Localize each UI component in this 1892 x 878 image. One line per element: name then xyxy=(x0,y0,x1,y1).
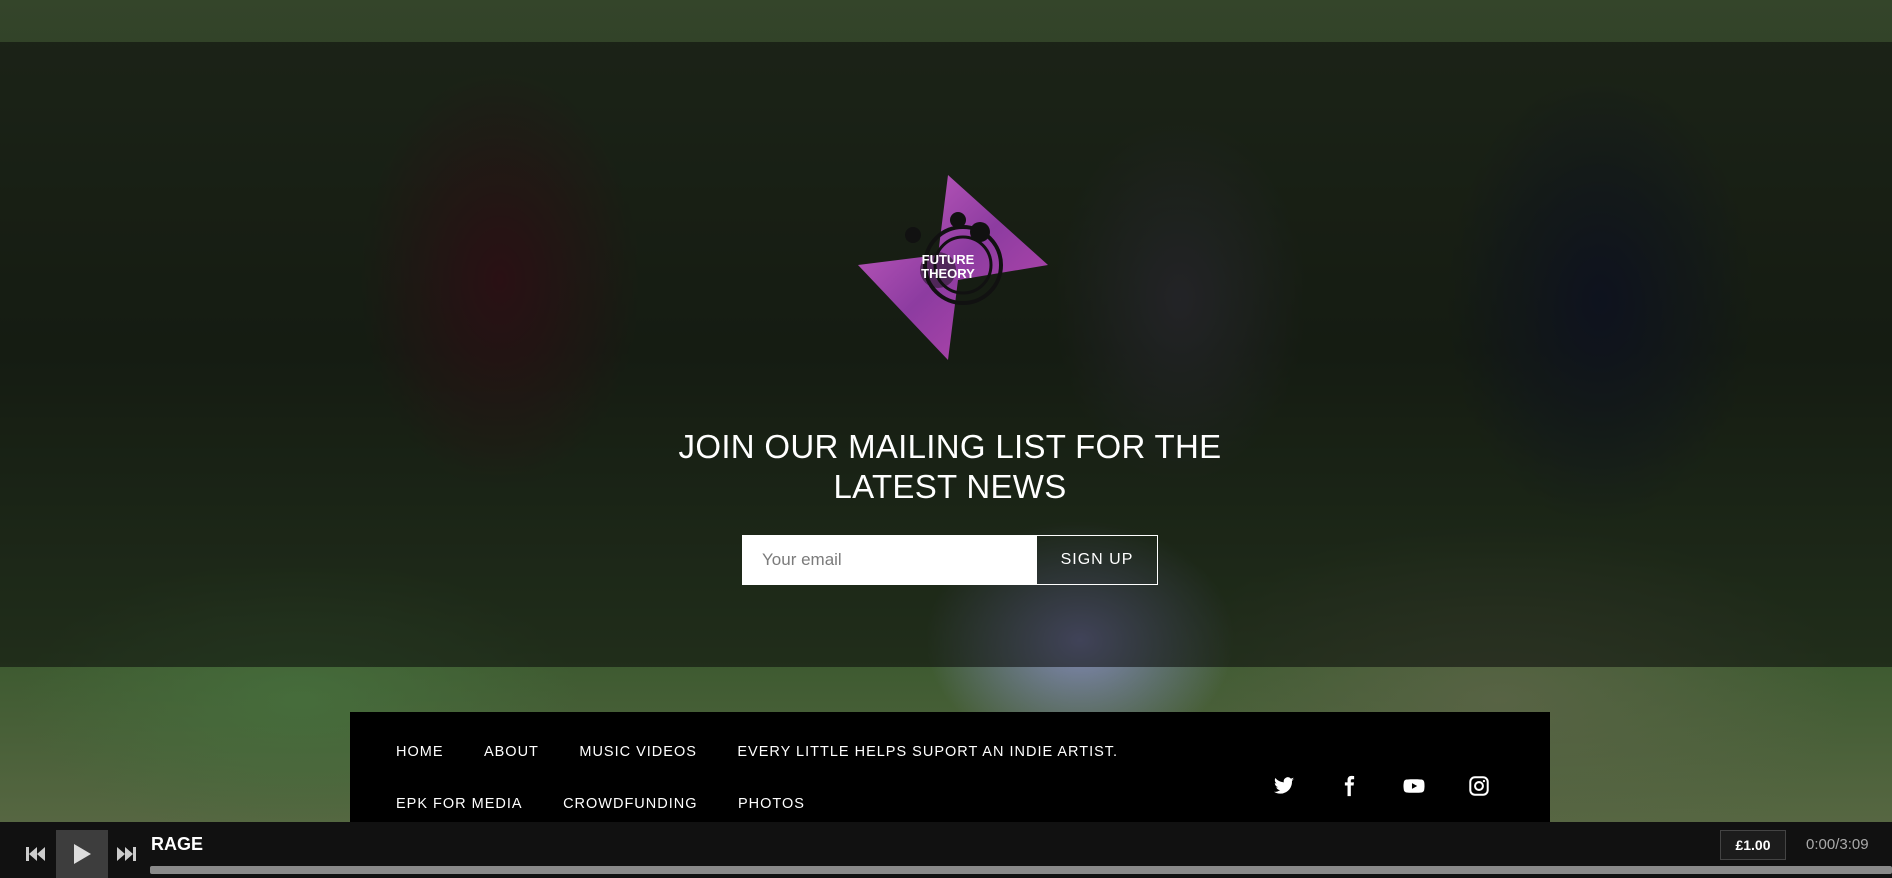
audio-player: RAGE £1.00 0:00/3:09 xyxy=(0,822,1892,878)
twitter-icon[interactable] xyxy=(1273,775,1295,797)
logo-text-line2: THEORY xyxy=(921,266,975,281)
nav-item-music-videos[interactable]: MUSIC VIDEOS xyxy=(579,726,697,778)
next-track-button[interactable] xyxy=(112,830,140,878)
email-field[interactable] xyxy=(742,535,1036,585)
previous-icon xyxy=(26,847,45,861)
footer: HOME ABOUT MUSIC VIDEOS EVERY LITTLE HEL… xyxy=(350,712,1550,822)
sign-up-button[interactable]: SIGN UP xyxy=(1036,535,1158,585)
social-links xyxy=(1273,775,1490,797)
signup-form: SIGN UP xyxy=(742,535,1158,585)
previous-track-button[interactable] xyxy=(22,830,50,878)
mailing-list-heading: JOIN OUR MAILING LIST FOR THE LATEST NEW… xyxy=(678,428,1222,505)
instagram-icon[interactable] xyxy=(1468,775,1490,797)
facebook-icon[interactable] xyxy=(1338,775,1360,797)
play-icon xyxy=(74,844,91,864)
next-icon xyxy=(117,847,136,861)
play-button[interactable] xyxy=(56,830,108,878)
youtube-icon[interactable] xyxy=(1403,775,1425,797)
logo-text-line1: FUTURE xyxy=(922,252,975,267)
nav-item-home[interactable]: HOME xyxy=(396,726,444,778)
footer-nav: HOME ABOUT MUSIC VIDEOS EVERY LITTLE HEL… xyxy=(396,726,1256,830)
time-display: 0:00/3:09 xyxy=(1806,836,1869,853)
track-title: RAGE xyxy=(151,834,204,854)
price-button[interactable]: £1.00 xyxy=(1720,830,1786,860)
future-theory-logo: FUTURE THEORY xyxy=(838,170,1058,365)
nav-item-support-indie-artist[interactable]: EVERY LITTLE HELPS SUPORT AN INDIE ARTIS… xyxy=(737,726,1118,778)
progress-bar[interactable] xyxy=(150,866,1892,874)
nav-item-about[interactable]: ABOUT xyxy=(484,726,539,778)
